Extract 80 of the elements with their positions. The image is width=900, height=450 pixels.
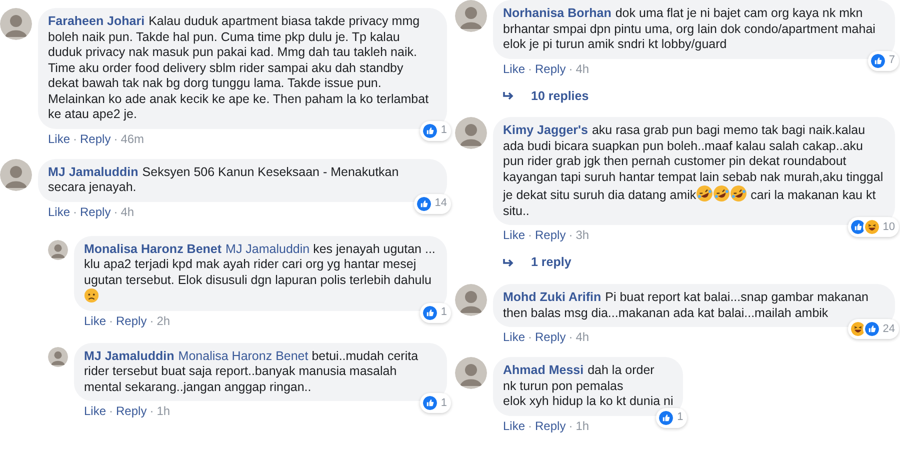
avatar[interactable]	[455, 117, 487, 150]
reply-link[interactable]: Reply	[535, 62, 566, 76]
like-link[interactable]: Like	[48, 204, 70, 220]
separator-dot: ·	[114, 132, 118, 146]
author-name[interactable]: Norhanisa Borhan	[503, 6, 612, 20]
author-name[interactable]: Ahmad Messi	[503, 363, 584, 377]
reaction-count: 14	[434, 196, 447, 212]
avatar[interactable]	[0, 158, 32, 190]
separator-dot: ·	[528, 62, 532, 76]
thumbs-up-icon	[420, 304, 439, 322]
avatar[interactable]	[48, 346, 68, 366]
author-name[interactable]: MJ Jamaluddin	[84, 348, 174, 362]
like-link[interactable]: Like	[48, 132, 70, 146]
reply-arrow-icon	[503, 258, 515, 268]
reaction-count: 1	[677, 410, 684, 426]
laughing-tears-face-icon	[730, 185, 748, 202]
thumbs-up-icon	[868, 52, 887, 70]
separator-dot: ·	[73, 132, 78, 146]
separator-dot: ·	[109, 404, 114, 419]
like-link[interactable]: Like	[503, 228, 526, 244]
separator-dot: ·	[109, 314, 114, 328]
avatar[interactable]	[455, 357, 487, 389]
separator-dot: ·	[568, 330, 573, 345]
reply-link[interactable]: Reply	[80, 204, 111, 220]
separator-dot: ·	[568, 418, 573, 434]
separator-dot: ·	[73, 204, 78, 220]
comment-text: Monalisa Haronz Benet MJ Jamaluddin kes jenayah ugutan ... klu apa2 terjadi kpd mak ayah rider cari org yg hantar mesej ugutan tersebut. Elok disusuli dgn lapuran polis terlebih dahulu	[84, 242, 437, 304]
separator-dot: ·	[150, 314, 154, 328]
like-link[interactable]: Like	[503, 418, 526, 434]
reply-link[interactable]: Reply	[80, 132, 111, 146]
like-link[interactable]: Like	[84, 314, 106, 328]
separator-dot: ·	[528, 418, 532, 434]
reaction-count: 7	[888, 53, 895, 68]
reaction-count: 24	[882, 322, 895, 337]
comment-text: MJ Jamaluddin Monalisa Haronz Benet betui..mudah cerita rider tersebut buat saja report..banyak manusia masalah mental sekarang..jangan anggap ringan..	[84, 348, 420, 395]
comment-text: Ahmad Messi dah la order nk turun pon pemalas elok xyh hidup la ko kt dunia ni	[503, 363, 674, 410]
laughing-tears-face-icon	[713, 185, 730, 202]
comment-text: Kimy Jagger's aku rasa grab pun bagi memo tak bagi naik.kalau ada budi bicara suapkan pun boleh..maaf kalau salah cakap..aku pun rider grab jgk then pernah customer pin dekat roundabout kayangan tapi suruh hantar tempat lain sebab nak murah,aku tinggal je dekat situ suruh dia datang amik cari la makanan kau kt situ..	[503, 123, 884, 220]
like-link[interactable]: Like	[503, 62, 526, 76]
comment-text: Faraheen Johari Kalau duduk apartment biasa takde privacy mmg boleh naik pun. Takde hal pun. Cuma time pkp dulu je. Tp kalau duduk privacy nak masuk pun pakai kad. Mmg dah tau takleh naik. Time aku order food delivery sblm rider sampai aku dah standby dekat bawah tak nak bg dorg tunggu lama. Takde issue pun. Melainkan ko ade anak kecik ke ape ke. Then paham la ko terlambat ke atau ape2 je.	[48, 14, 430, 122]
reaction-count: 1	[440, 396, 447, 411]
separator-dot: ·	[568, 228, 573, 244]
view-replies-link[interactable]: 10 replies	[503, 86, 895, 106]
laughing-face-icon	[862, 218, 881, 236]
reaction-count: 10	[882, 220, 895, 235]
thumbs-up-icon	[414, 194, 433, 212]
separator-dot: ·	[568, 62, 573, 76]
thumbs-up-icon	[657, 408, 676, 426]
view-replies-link[interactable]: 1 reply	[503, 253, 895, 272]
author-name[interactable]: Kimy Jagger's	[503, 123, 588, 138]
comment-text: MJ Jamaluddin Seksyen 506 Kanun Keseksaan - Menakutkan secara jenayah.	[48, 164, 400, 196]
reaction-count: 1	[440, 305, 447, 320]
reply-link[interactable]: Reply	[116, 404, 147, 419]
thumbs-up-icon	[862, 320, 881, 338]
comment-text: Norhanisa Borhan dok uma flat je ni bajet cam org kaya nk mkn brhantar smpai dpn pintu uma, org lain dok condo/apartment mahai elok je pi turun amik sndri kt lobby/guard	[503, 6, 876, 52]
like-link[interactable]: Like	[84, 404, 106, 419]
comment-text: Mohd Zuki Arifin Pi buat report kat balai...snap gambar makanan then balas msg dia...makanan ada kat balai...mailah ambik	[503, 290, 870, 321]
author-name[interactable]: Mohd Zuki Arifin	[503, 290, 602, 304]
reply-link[interactable]: Reply	[116, 314, 147, 328]
sad-face-icon	[84, 288, 99, 303]
reply-arrow-icon	[503, 90, 515, 101]
reaction-count: 1	[440, 123, 447, 138]
laughing-tears-face-icon	[696, 185, 714, 202]
author-name[interactable]: Monalisa Haronz Benet	[84, 242, 222, 256]
avatar[interactable]	[455, 284, 487, 316]
separator-dot: ·	[150, 404, 154, 419]
separator-dot: ·	[528, 228, 532, 244]
thumbs-up-icon	[420, 122, 439, 140]
reply-link[interactable]: Reply	[535, 228, 566, 244]
reply-link[interactable]: Reply	[535, 418, 566, 434]
separator-dot: ·	[528, 330, 532, 345]
avatar[interactable]	[0, 8, 32, 40]
like-link[interactable]: Like	[503, 330, 526, 345]
thumbs-up-icon	[420, 394, 439, 412]
avatar[interactable]	[455, 0, 487, 32]
author-name[interactable]: MJ Jamaluddin	[48, 164, 138, 178]
author-name[interactable]: Faraheen Johari	[48, 14, 145, 28]
reply-link[interactable]: Reply	[535, 330, 566, 345]
separator-dot: ·	[114, 204, 118, 220]
avatar[interactable]	[48, 240, 68, 260]
